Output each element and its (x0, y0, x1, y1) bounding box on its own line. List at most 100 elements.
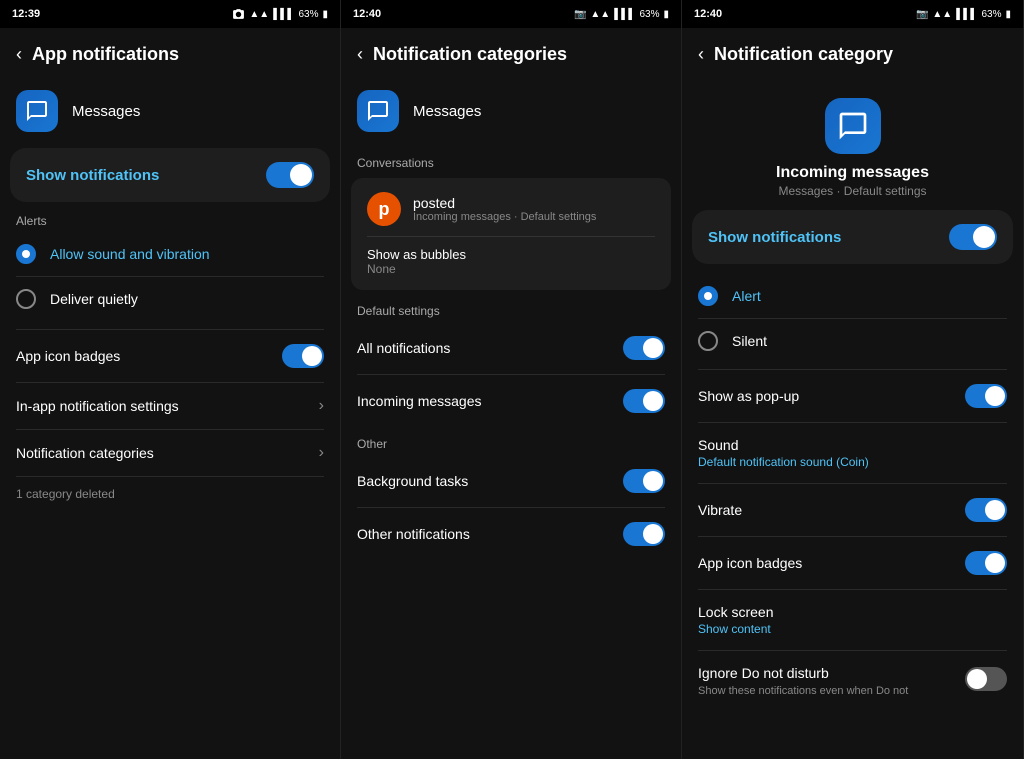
wifi-icon-3: ▲▲ (932, 9, 952, 20)
show-as-popup-row[interactable]: Show as pop-up (682, 370, 1023, 422)
incoming-messages-row[interactable]: Incoming messages (341, 375, 681, 427)
show-notifications-row-1[interactable]: Show notifications (10, 148, 330, 202)
conversations-card[interactable]: p posted Incoming messages · Default set… (351, 178, 671, 290)
messages-app-icon-2 (357, 90, 399, 132)
status-icons-1: ▲▲ ▌▌▌ 63% ▮ (232, 8, 328, 21)
app-name-1: Messages (72, 103, 140, 120)
notification-categories-row[interactable]: Notification categories › (0, 430, 340, 476)
alert-radio-row[interactable]: Alert (682, 274, 1023, 318)
allow-sound-radio-circle[interactable] (16, 244, 36, 264)
other-section-label: Other (341, 427, 681, 455)
card-text-col: posted Incoming messages · Default setti… (413, 195, 655, 223)
show-notifications-label-1: Show notifications (26, 167, 159, 184)
ignore-dnd-label: Ignore Do not disturb (698, 665, 829, 681)
ignore-dnd-toggle[interactable] (965, 667, 1007, 691)
signal-icon-3: ▌▌▌ (956, 9, 977, 20)
nc-app-icon (825, 98, 881, 154)
nc-app-section: Incoming messages Messages · Default set… (682, 80, 1023, 208)
background-tasks-toggle[interactable] (623, 469, 665, 493)
back-button-1[interactable]: ‹ (16, 44, 22, 65)
other-notifications-row[interactable]: Other notifications (341, 508, 681, 560)
incoming-messages-label: Incoming messages (357, 393, 482, 409)
battery-icon-3: ▮ (1005, 9, 1011, 20)
ignore-dnd-row[interactable]: Ignore Do not disturb Show these notific… (682, 651, 1023, 711)
other-notifications-label: Other notifications (357, 526, 470, 542)
silent-radio-row[interactable]: Silent (682, 319, 1023, 363)
app-icon-badges-row-1[interactable]: App icon badges (0, 330, 340, 382)
notification-categories-chevron: › (319, 444, 324, 462)
app-row-1: Messages (0, 80, 340, 146)
silent-label: Silent (732, 333, 767, 349)
ignore-dnd-sub: Show these notifications even when Do no… (698, 685, 908, 697)
posted-avatar-letter: p (379, 199, 390, 220)
allow-sound-radio[interactable]: Allow sound and vibration (0, 232, 340, 276)
bottom-note-1: 1 category deleted (0, 477, 340, 511)
status-bar-1: 12:39 ▲▲ ▌▌▌ 63% ▮ (0, 0, 340, 28)
status-time-1: 12:39 (12, 8, 40, 20)
header-3: ‹ Notification category (682, 28, 1023, 80)
show-as-popup-toggle[interactable] (965, 384, 1007, 408)
battery-text-1: 63% (298, 9, 318, 20)
vibrate-label: Vibrate (698, 502, 742, 518)
show-notifications-toggle-3[interactable] (949, 224, 997, 250)
nc-messages-icon (837, 110, 869, 142)
battery-icon-1: ▮ (322, 9, 328, 20)
app-icon-badges-label-1: App icon badges (16, 348, 120, 364)
page-title-3: Notification category (714, 44, 893, 65)
status-time-3: 12:40 (694, 8, 722, 20)
battery-icon-2: ▮ (663, 9, 669, 20)
lock-screen-sub: Show content (698, 622, 771, 636)
lock-screen-row[interactable]: Lock screen Show content (682, 590, 1023, 650)
status-time-2: 12:40 (353, 8, 381, 20)
status-icons-3: 📷 ▲▲ ▌▌▌ 63% ▮ (916, 9, 1011, 20)
messages-app-icon-1 (16, 90, 58, 132)
status-bar-3: 12:40 📷 ▲▲ ▌▌▌ 63% ▮ (682, 0, 1023, 28)
signal-icon: ▌▌▌ (273, 9, 294, 20)
camera-icon-2: 📷 (574, 9, 586, 20)
deliver-quietly-label: Deliver quietly (50, 291, 138, 307)
status-icons-2: 📷 ▲▲ ▌▌▌ 63% ▮ (574, 9, 669, 20)
page-title-2: Notification categories (373, 44, 567, 65)
deliver-quietly-radio-circle[interactable] (16, 289, 36, 309)
show-notifications-toggle-1[interactable] (266, 162, 314, 188)
app-name-2: Messages (413, 103, 481, 120)
sound-sub: Default notification sound (Coin) (698, 455, 869, 469)
in-app-chevron: › (319, 397, 324, 415)
sound-label: Sound (698, 437, 738, 453)
notification-categories-label: Notification categories (16, 445, 154, 461)
app-icon-badges-row-3[interactable]: App icon badges (682, 537, 1023, 589)
incoming-messages-toggle[interactable] (623, 389, 665, 413)
alerts-section-label: Alerts (0, 204, 340, 232)
other-notifications-toggle[interactable] (623, 522, 665, 546)
vibrate-row[interactable]: Vibrate (682, 484, 1023, 536)
vibrate-toggle[interactable] (965, 498, 1007, 522)
back-button-3[interactable]: ‹ (698, 44, 704, 65)
nc-category-title: Incoming messages (776, 164, 929, 182)
status-bar-2: 12:40 📷 ▲▲ ▌▌▌ 63% ▮ (341, 0, 681, 28)
show-as-popup-label: Show as pop-up (698, 388, 799, 404)
nc-category-sub: Messages · Default settings (778, 184, 926, 198)
in-app-notifications-label: In-app notification settings (16, 398, 179, 414)
show-notifications-row-3[interactable]: Show notifications (692, 210, 1013, 264)
alert-label: Alert (732, 288, 761, 304)
sound-row[interactable]: Sound Default notification sound (Coin) (682, 423, 1023, 483)
default-settings-label: Default settings (341, 294, 681, 322)
app-icon-badges-toggle-1[interactable] (282, 344, 324, 368)
app-icon-badges-toggle-3[interactable] (965, 551, 1007, 575)
panel-app-notifications: 12:39 ▲▲ ▌▌▌ 63% ▮ ‹ App notifications M… (0, 0, 341, 759)
silent-radio-circle[interactable] (698, 331, 718, 351)
all-notifications-toggle[interactable] (623, 336, 665, 360)
back-button-2[interactable]: ‹ (357, 44, 363, 65)
alert-radio-circle[interactable] (698, 286, 718, 306)
in-app-notifications-row[interactable]: In-app notification settings › (0, 383, 340, 429)
show-as-bubbles-value: None (367, 262, 655, 276)
page-title-1: App notifications (32, 44, 179, 65)
deliver-quietly-radio[interactable]: Deliver quietly (0, 277, 340, 321)
posted-avatar: p (367, 192, 401, 226)
background-tasks-row[interactable]: Background tasks (341, 455, 681, 507)
battery-text-2: 63% (639, 9, 659, 20)
show-as-bubbles-label: Show as bubbles (367, 247, 655, 262)
all-notifications-row[interactable]: All notifications (341, 322, 681, 374)
all-notifications-label: All notifications (357, 340, 450, 356)
app-icon-badges-label-3: App icon badges (698, 555, 802, 571)
